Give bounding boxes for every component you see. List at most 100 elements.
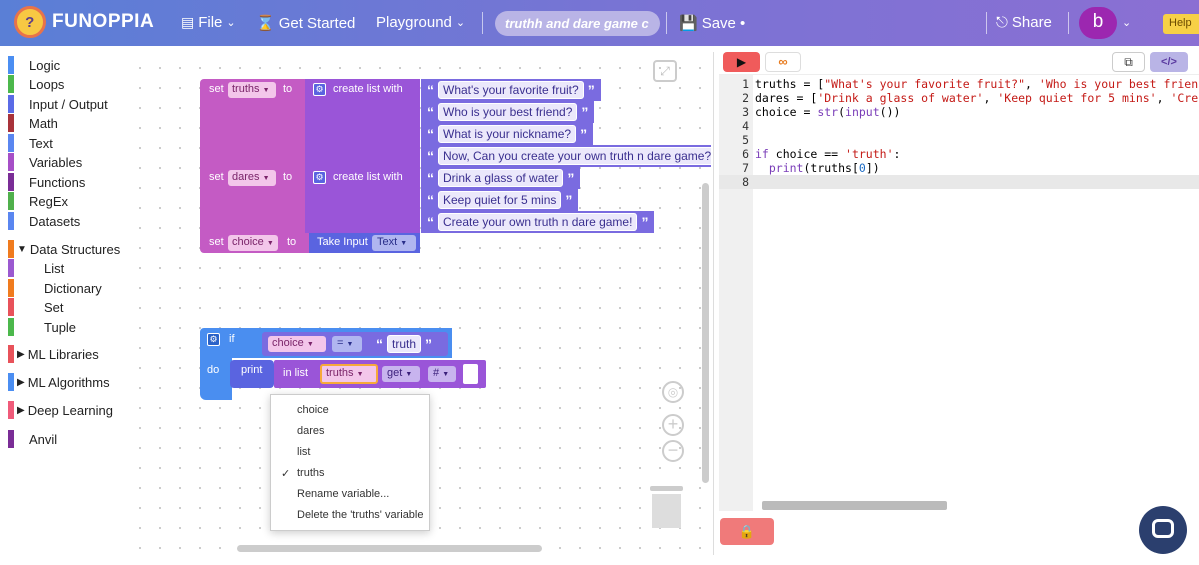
gear-icon[interactable]: ⚙	[207, 333, 220, 346]
help-button[interactable]: Help	[1163, 14, 1199, 34]
category-ml-algorithms[interactable]: ▶ ML Algorithms	[8, 373, 110, 391]
code-text: dares = ['Drink a glass of water', 'Keep…	[755, 91, 1199, 105]
line-number: 8	[742, 175, 749, 189]
menu-item-delete-variable[interactable]: Delete the 'truths' variable	[297, 509, 424, 521]
category-label: ML Libraries	[27, 346, 99, 362]
share-button[interactable]: ⎋ Share	[996, 14, 1052, 31]
code-view-button[interactable]: </>	[1150, 52, 1188, 72]
get-started-link[interactable]: ⌛ Get Started	[256, 14, 355, 33]
category-dictionary[interactable]: Dictionary	[8, 279, 102, 297]
category-label: Data Structures	[29, 241, 121, 257]
category-color	[8, 318, 14, 336]
category-anvil[interactable]: Anvil	[8, 430, 57, 448]
line-number: 4	[742, 119, 749, 133]
workspace-horizontal-scrollbar[interactable]	[237, 545, 542, 552]
quote-open-icon: “	[427, 148, 434, 164]
lock-button[interactable]: 🔒	[720, 518, 774, 545]
category-input-output[interactable]: Input / Output	[8, 95, 108, 113]
empty-input-slot[interactable]	[463, 364, 478, 384]
category-tuple[interactable]: Tuple	[8, 318, 76, 336]
variable-dropdown-choice[interactable]: choice ▼	[228, 235, 278, 251]
category-loops[interactable]: Loops	[8, 75, 64, 93]
quote-open-icon: “	[427, 126, 434, 142]
variable-dropdown-truths[interactable]: truths ▼	[228, 82, 276, 98]
category-regex[interactable]: RegEx	[8, 192, 68, 210]
zoom-out-icon[interactable]: −	[662, 440, 684, 462]
string-block[interactable]: “Drink a glass of water”	[421, 167, 581, 189]
variable-dropdown-choice[interactable]: choice ▼	[268, 336, 326, 352]
string-value[interactable]: What is your nickname?	[438, 125, 577, 143]
avatar[interactable]: b	[1079, 7, 1117, 39]
code-line: 7 print(truths[0])	[719, 161, 1199, 175]
get-mode-dropdown[interactable]: get ▼	[382, 366, 420, 382]
code-line: 3 choice = str(input())	[719, 105, 1199, 119]
chevron-down-icon[interactable]: ⌄	[1122, 16, 1131, 29]
category-text[interactable]: Text	[8, 134, 53, 152]
category-variables[interactable]: Variables	[8, 153, 82, 171]
gear-icon[interactable]: ⚙	[313, 171, 326, 184]
category-data-structures[interactable]: ▼ Data Structures	[8, 240, 120, 258]
menu-item-choice[interactable]: choice	[297, 404, 329, 416]
var-name: truths	[232, 83, 260, 95]
string-block[interactable]: “What is your nickname?”	[421, 123, 594, 145]
string-block[interactable]: “Who is your best friend?”	[421, 101, 595, 123]
category-datasets[interactable]: Datasets	[8, 212, 80, 230]
variable-dropdown-dares[interactable]: dares ▼	[228, 170, 276, 186]
project-name-input[interactable]: truthh and dare game c	[495, 11, 660, 36]
menu-item-truths[interactable]: truths	[297, 467, 325, 479]
variable-dropdown-truths[interactable]: truths ▼	[320, 364, 378, 384]
save-button[interactable]: 💾 Save •	[679, 14, 746, 33]
menu-item-rename-variable[interactable]: Rename variable...	[297, 488, 389, 500]
menu-item-dares[interactable]: dares	[297, 425, 325, 437]
string-block[interactable]: “Create your own truth n dare game!”	[421, 211, 655, 233]
trash-icon[interactable]	[650, 486, 683, 528]
category-logic[interactable]: Logic	[8, 56, 60, 74]
file-menu[interactable]: ▤ File ⌄	[181, 14, 236, 31]
quote-close-icon: ”	[580, 126, 588, 142]
category-deep-learning[interactable]: ▶ Deep Learning	[8, 401, 113, 419]
copy-button[interactable]: ⧉	[1112, 52, 1145, 72]
run-button[interactable]: ▶	[723, 52, 760, 72]
funoppia-logo[interactable]: ? FUNOPPIA	[14, 6, 154, 38]
code-line: 6 if choice == 'truth':	[719, 147, 1199, 161]
category-label: Tuple	[44, 319, 77, 335]
chat-button[interactable]	[1139, 506, 1187, 554]
infinity-icon: ∞	[778, 54, 788, 69]
recenter-icon[interactable]: ◎	[662, 381, 684, 403]
playground-menu[interactable]: Playground ⌄	[376, 14, 465, 31]
fullscreen-icon[interactable]: ⤢	[653, 60, 677, 82]
gear-icon[interactable]: ⚙	[313, 83, 326, 96]
zoom-in-icon[interactable]: +	[662, 414, 684, 436]
string-block[interactable]: “Keep quiet for 5 mins”	[421, 189, 579, 211]
input-type-dropdown[interactable]: Text ▼	[372, 235, 416, 251]
var-name: choice	[272, 337, 304, 349]
string-block[interactable]: “truth”	[370, 334, 439, 354]
string-value[interactable]: Keep quiet for 5 mins	[438, 191, 562, 209]
string-value[interactable]: What's your favorite fruit?	[438, 81, 584, 99]
category-list[interactable]: List	[8, 259, 64, 277]
editor-horizontal-scrollbar[interactable]	[762, 501, 947, 510]
collab-button[interactable]: ∞	[765, 52, 801, 72]
quote-close-icon: ”	[567, 170, 575, 186]
index-mode-dropdown[interactable]: # ▼	[428, 366, 456, 382]
menu-item-list[interactable]: list	[297, 446, 310, 458]
category-functions[interactable]: Functions	[8, 173, 85, 191]
category-label: Math	[29, 115, 58, 131]
string-block[interactable]: “Now, Can you create your own truth n da…	[421, 145, 711, 167]
workspace-vertical-scrollbar[interactable]	[702, 183, 709, 483]
save-label: Save •	[701, 14, 746, 32]
line-number: 3	[742, 105, 749, 119]
share-label: Share	[1011, 14, 1052, 31]
string-value[interactable]: Who is your best friend?	[438, 103, 578, 121]
category-math[interactable]: Math	[8, 114, 58, 132]
string-value[interactable]: Drink a glass of water	[438, 169, 564, 187]
var-name: dares	[232, 171, 260, 183]
category-ml-libraries[interactable]: ▶ ML Libraries	[8, 345, 99, 363]
operator-dropdown[interactable]: = ▼	[332, 336, 362, 352]
string-value[interactable]: truth	[387, 335, 422, 353]
string-block[interactable]: “What's your favorite fruit?”	[421, 79, 601, 101]
category-set[interactable]: Set	[8, 298, 64, 316]
code-area[interactable]: 1 truths = ["What's your favorite fruit?"…	[719, 74, 1199, 511]
string-value[interactable]: Create your own truth n dare game!	[438, 213, 638, 231]
string-value[interactable]: Now, Can you create your own truth n dar…	[438, 147, 711, 165]
